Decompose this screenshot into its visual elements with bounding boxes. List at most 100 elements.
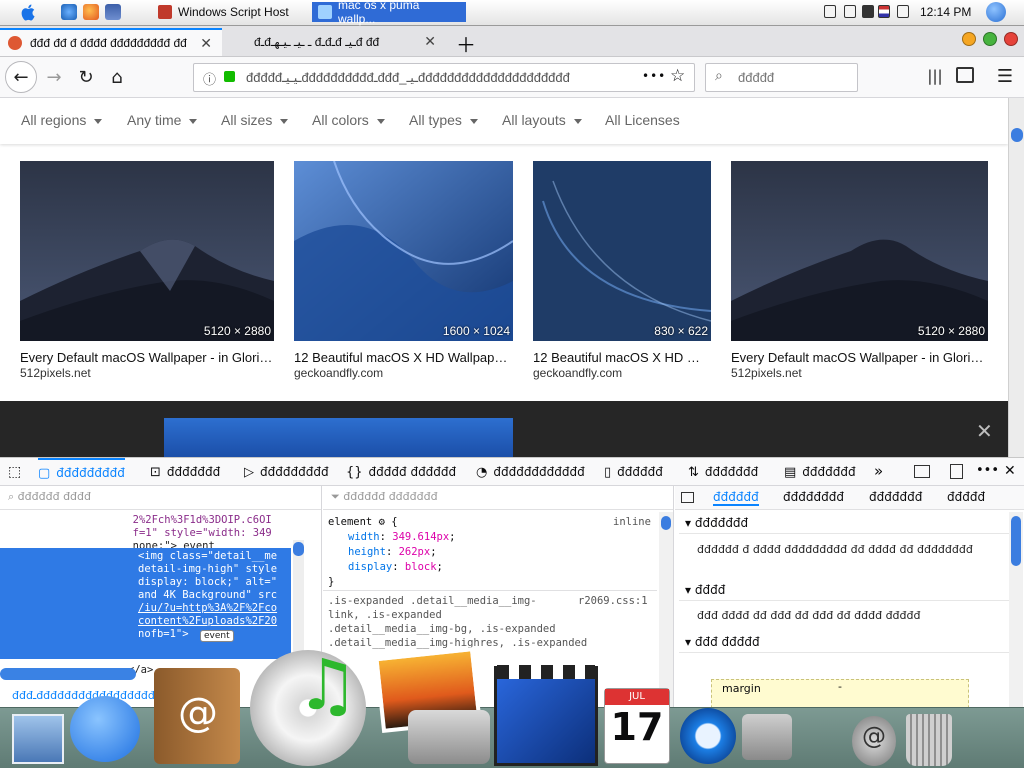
- back-button[interactable]: ←: [5, 61, 37, 93]
- result-domain[interactable]: geckoandfly.com: [294, 366, 383, 380]
- devtools-menu-icon[interactable]: •••: [976, 463, 999, 478]
- scrollbar-thumb[interactable]: [1011, 128, 1023, 142]
- mail-server-icon[interactable]: @: [852, 716, 896, 766]
- spotlight-search-icon[interactable]: [986, 2, 1006, 22]
- new-tab-button[interactable]: ＋: [456, 29, 476, 58]
- firefox-icon[interactable]: [83, 4, 99, 20]
- url-text[interactable]: đđđđđـيـيـđđđđđđđđđđـđđđ_ـيـđđđđđđđđđđđđ…: [246, 70, 596, 86]
- close-devtools-icon[interactable]: ✕: [1004, 463, 1016, 479]
- layout-tab[interactable]: đđđđđ: [947, 490, 985, 504]
- layout-section-header[interactable]: ▾ đđđ đđđđđ: [679, 631, 1019, 653]
- site-info-icon[interactable]: ⓘ: [203, 69, 216, 88]
- task-windows-script-host[interactable]: Windows Script Host: [152, 2, 295, 22]
- event-badge[interactable]: event: [200, 630, 234, 642]
- filter-sizes[interactable]: All sizes: [221, 112, 289, 128]
- selected-node[interactable]: <img class="detail__me detail-img-high" …: [0, 548, 291, 659]
- menubar-clock[interactable]: 12:14 PM: [920, 5, 971, 19]
- minimize-window-button[interactable]: [962, 32, 976, 46]
- volume-icon[interactable]: [862, 5, 874, 18]
- forward-button[interactable]: →: [42, 65, 66, 89]
- tab-inactive[interactable]: đـđـ ـيـ ـيـهـ đـđـđ ـيـđ đđ ✕: [222, 28, 446, 56]
- iphoto-icon[interactable]: [374, 646, 492, 764]
- markup-horizontal-scrollbar[interactable]: [0, 668, 136, 680]
- facetime-icon[interactable]: [70, 696, 140, 762]
- keyboard-layout-icon[interactable]: [878, 5, 890, 18]
- close-tab-icon[interactable]: ✕: [424, 33, 436, 50]
- close-detail-icon[interactable]: ✕: [976, 419, 993, 443]
- address-book-icon[interactable]: @: [154, 668, 240, 764]
- sidebar-toggle-icon[interactable]: [956, 67, 974, 83]
- rule-source-link[interactable]: r2069.css:1: [578, 595, 648, 608]
- explorer-icon[interactable]: [105, 4, 121, 20]
- filter-colors[interactable]: All colors: [312, 112, 385, 128]
- box-model-value[interactable]: -: [838, 680, 842, 693]
- scrollbar-thumb[interactable]: [661, 516, 671, 530]
- gear-icon[interactable]: ⚙: [379, 516, 385, 528]
- more-tools-chevron-icon[interactable]: »: [874, 462, 883, 480]
- hamburger-menu-icon[interactable]: ☰: [994, 65, 1016, 87]
- help-icon[interactable]: [824, 5, 836, 18]
- box-model-diagram[interactable]: margin -: [711, 679, 969, 707]
- layout-section-header[interactable]: ▾ đđđđ: [679, 579, 1019, 601]
- sidebar-toggle-icon[interactable]: [681, 492, 694, 503]
- markup-line[interactable]: f=1" style="width: 349: [120, 527, 272, 540]
- element-picker-icon[interactable]: ⬚: [8, 464, 21, 480]
- layout-vertical-scrollbar[interactable]: [1009, 512, 1023, 707]
- result-domain[interactable]: 512pixels.net: [731, 366, 802, 380]
- result-title[interactable]: 12 Beautiful macOS X HD Wallpaper ...: [294, 350, 513, 365]
- devtools-tab-inspector[interactable]: ▢ đđđđđđđđđ: [38, 458, 125, 486]
- devtools-tab-network[interactable]: ⇅ đđđđđđđ: [688, 458, 758, 486]
- detail-image-preview[interactable]: [164, 418, 513, 457]
- display-icon[interactable]: [897, 5, 909, 18]
- result-title[interactable]: 12 Beautiful macOS X HD Wallpaper...: [533, 350, 711, 365]
- battery-icon[interactable]: [844, 5, 856, 18]
- layout-tab[interactable]: đđđđđđ: [713, 490, 759, 506]
- devtools-tab-memory[interactable]: ▯ đđđđđđ: [604, 458, 663, 486]
- ical-icon[interactable]: JUL 17: [604, 688, 670, 764]
- result-thumbnail[interactable]: 5120 × 2880: [20, 161, 274, 341]
- rules-filter[interactable]: ⏷ đđđđđđ đđđđđđđ: [323, 486, 673, 510]
- mail-icon[interactable]: [12, 714, 64, 764]
- css-declaration[interactable]: width: 349.614px;: [348, 531, 456, 544]
- home-button[interactable]: ⌂: [104, 65, 130, 89]
- library-icon[interactable]: |||: [924, 65, 946, 87]
- devtools-tab-style-editor[interactable]: {} đđđđđ đđđđđđ: [346, 458, 456, 486]
- split-console-icon[interactable]: [950, 464, 963, 479]
- page-actions-button[interactable]: •••: [642, 69, 666, 83]
- scrollbar-thumb[interactable]: [1011, 516, 1021, 566]
- devtools-tab-performance[interactable]: ◔ đđđđđđđđđđđđ: [476, 458, 585, 486]
- result-thumbnail[interactable]: 830 × 622: [533, 161, 711, 341]
- system-prefs-icon[interactable]: [742, 714, 792, 760]
- devtools-tab-debugger[interactable]: ▷ đđđđđđđđđ: [244, 458, 329, 486]
- bookmark-star-icon[interactable]: ☆: [670, 66, 685, 86]
- markup-line[interactable]: 2%2Fch%3F1d%3DOIP.c6OI: [120, 514, 272, 527]
- close-window-button[interactable]: [1004, 32, 1018, 46]
- apple-menu-icon[interactable]: [20, 3, 36, 22]
- markup-vertical-scrollbar[interactable]: [293, 540, 304, 660]
- search-input[interactable]: đđđđđ: [738, 70, 774, 85]
- filter-time[interactable]: Any time: [127, 112, 198, 128]
- filter-regions[interactable]: All regions: [21, 112, 103, 128]
- close-tab-icon[interactable]: ✕: [200, 35, 212, 52]
- devtools-tab-console[interactable]: ⊡ đđđđđđđ: [150, 458, 220, 486]
- layout-section-header[interactable]: ▾ đđđđđđđ: [679, 512, 1019, 534]
- filter-types[interactable]: All types: [409, 112, 478, 128]
- quicktime-icon[interactable]: [680, 708, 736, 764]
- css-declaration[interactable]: display: block;: [348, 561, 443, 574]
- layout-tab[interactable]: đđđđđđđđ: [783, 490, 844, 504]
- task-browser[interactable]: mac os x puma wallp...: [312, 0, 466, 26]
- css-declaration[interactable]: height: 262px;: [348, 546, 437, 559]
- filter-licenses[interactable]: All Licenses: [605, 112, 680, 128]
- url-bar[interactable]: ⓘ đđđđđـيـيـđđđđđđđđđđـđđđ_ـيـđđđđđđđđđđ…: [193, 63, 695, 92]
- ie-icon[interactable]: [61, 4, 77, 20]
- maximize-window-button[interactable]: [983, 32, 997, 46]
- result-domain[interactable]: 512pixels.net: [20, 366, 91, 380]
- layout-tab[interactable]: đđđđđđđ: [869, 490, 922, 504]
- result-thumbnail[interactable]: 1600 × 1024: [294, 161, 513, 341]
- result-domain[interactable]: geckoandfly.com: [533, 366, 622, 380]
- imovie-icon[interactable]: [494, 665, 598, 766]
- page-scrollbar[interactable]: [1008, 98, 1024, 457]
- result-title[interactable]: Every Default macOS Wallpaper - in Glori…: [20, 350, 274, 365]
- filter-layouts[interactable]: All layouts: [502, 112, 582, 128]
- scrollbar-thumb[interactable]: [293, 542, 304, 556]
